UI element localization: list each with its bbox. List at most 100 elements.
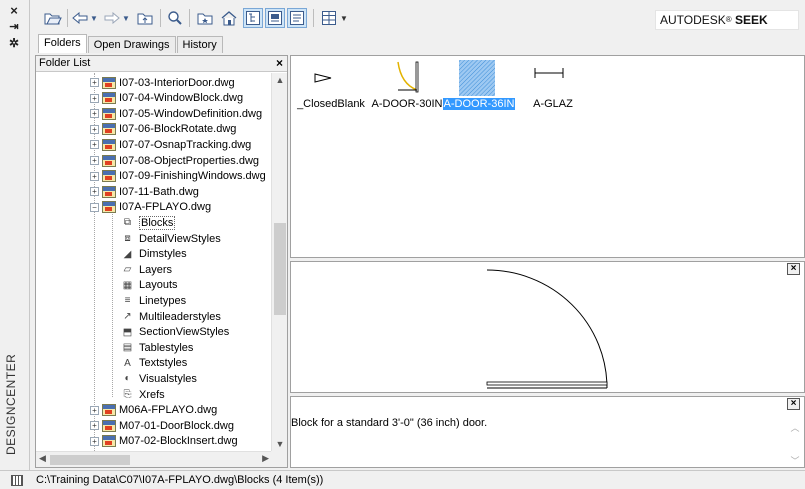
folder-tree-vertical-scrollbar[interactable]: ▲ ▼ [271,73,287,451]
close-icon[interactable]: × [276,56,283,71]
favorites-icon[interactable] [195,8,215,28]
tree-item-tablestyles[interactable]: ▤ Tablestyles [120,340,194,355]
drawing-file-icon [102,154,116,167]
expand-icon[interactable]: + [90,156,99,165]
scroll-corner [271,451,287,467]
auto-hide-icon[interactable]: ⇥ [7,20,21,34]
tree-item-drawing[interactable]: − I07A-FPLAYO.dwg [90,200,211,215]
collapse-icon[interactable]: − [90,202,99,212]
tree-item-dimstyles[interactable]: ◢ Dimstyles [120,247,187,262]
tree-item-layers[interactable]: ▱ Layers [120,262,172,277]
tree-item-sectionviewstyles[interactable]: ⬒ SectionViewStyles [120,325,230,340]
drawing-file-icon [102,404,116,417]
expand-icon[interactable]: + [90,124,99,134]
expand-icon[interactable]: + [90,405,99,415]
dimstyles-icon: ◢ [123,248,132,260]
status-grid-icon [11,475,23,486]
tree-item-drawing[interactable]: + I07-04-WindowBlock.dwg [90,91,243,106]
forward-icon[interactable] [103,8,121,28]
tab-bar: Folders Open Drawings History [38,34,224,54]
back-dropdown-icon[interactable]: ▼ [89,8,99,28]
drawing-file-icon [102,201,116,214]
content-item[interactable]: A-DOOR-30IN [367,60,447,110]
multileaderstyles-icon: ↗ [123,311,132,322]
preview-toggle-icon[interactable] [265,8,285,28]
tree-item-visualstyles[interactable]: ◐ Visualstyles [120,371,196,386]
tree-item-drawing[interactable]: + I07-07-OsnapTracking.dwg [90,137,251,152]
tree-item-drawing[interactable]: + I07-05-WindowDefinition.dwg [90,106,262,121]
brand-suffix: SEEK [735,13,768,27]
scroll-right-icon[interactable]: ▶ [262,453,269,464]
home-icon[interactable] [219,8,239,28]
search-icon[interactable] [165,8,185,28]
expand-icon[interactable]: + [90,187,99,197]
tree-item-textstyles[interactable]: A Textstyles [120,356,187,371]
status-bar: C:\Training Data\C07\I07A-FPLAYO.dwg\Blo… [0,470,805,489]
folder-tree-horizontal-scrollbar[interactable]: ◀ ▶ [36,451,272,467]
tree-item-drawing[interactable]: + I07-08-ObjectProperties.dwg [90,153,259,168]
folder-tree[interactable]: + I07-03-InteriorDoor.dwg + I07-04-WindowBl… [36,73,272,451]
forward-dropdown-icon[interactable]: ▼ [121,8,131,28]
description-scrollbar[interactable]: ︿ ﹀ [788,413,802,467]
palette-title-bar[interactable]: × ⇥ ✲ DESIGNCENTER [0,0,30,470]
expand-icon[interactable]: + [90,171,99,181]
tab-open-drawings[interactable]: Open Drawings [87,36,176,53]
tab-folders[interactable]: Folders [38,34,87,53]
autodesk-seek-link[interactable]: AUTODESK® SEEK [655,10,799,30]
glazing-icon [513,60,593,96]
tab-history[interactable]: History [176,36,223,53]
expand-icon[interactable]: + [90,421,99,431]
content-item[interactable]: A-DOOR-36IN [439,60,519,110]
expand-icon[interactable]: + [90,140,99,150]
brand-prefix: AUTODESK [660,13,726,27]
tree-item-label: DetailViewStyles [139,232,221,245]
expand-icon[interactable]: + [90,93,99,103]
scroll-left-icon[interactable]: ◀ [39,453,46,464]
tree-view-toggle-icon[interactable] [243,8,263,28]
scroll-thumb[interactable] [50,455,130,465]
scroll-down-icon[interactable]: ﹀ [788,454,802,467]
expand-icon[interactable]: + [90,109,99,119]
tree-item-drawing[interactable]: + M07-02-BlockInsert.dwg [90,434,238,449]
back-icon[interactable] [71,8,89,28]
scroll-up-icon[interactable]: ︿ [788,421,802,434]
tree-item-label: Dimstyles [139,248,187,261]
block-preview-image [486,269,608,389]
open-icon[interactable] [43,8,63,28]
tree-item-drawing[interactable]: + M07-01-DoorBlock.dwg [90,418,234,433]
tree-item-drawing[interactable]: + I07-11-Bath.dwg [90,184,199,199]
tree-item-xrefs[interactable]: ⎘ Xrefs [120,387,165,402]
tree-item-detailviewstyles[interactable]: ⧈ DetailViewStyles [120,231,221,246]
description-toggle-icon[interactable] [287,8,307,28]
tree-item-layouts[interactable]: ▦ Layouts [120,278,178,293]
tree-item-drawing[interactable]: + I07-09-FinishingWindows.dwg [90,169,266,184]
description-pane: × Block for a standard 3'-0" (36 inch) d… [290,396,805,468]
drawing-file-icon [102,76,116,89]
content-item[interactable]: A-GLAZ [513,60,593,110]
tree-item-drawing[interactable]: + I07-06-BlockRotate.dwg [90,122,236,137]
scroll-down-icon[interactable]: ▼ [272,439,288,449]
tree-item-multileaderstyles[interactable]: ↗ Multileaderstyles [120,309,221,324]
content-item[interactable]: _ClosedBlank [291,60,371,110]
views-icon[interactable] [319,8,339,28]
expand-icon[interactable]: + [90,78,99,87]
tree-item-blocks[interactable]: ⧉ Blocks [120,215,176,230]
up-icon[interactable] [135,8,155,28]
scroll-thumb[interactable] [274,223,286,315]
section-view-styles-icon: ⬒ [122,326,133,338]
blocks-icon: ⧉ [123,217,132,229]
content-area[interactable]: _ClosedBlank A-DOOR-30IN A-DOOR-36IN A-G… [290,55,805,258]
tree-item-label: I07-11-Bath.dwg [119,185,199,198]
detail-view-styles-icon: ⧈ [124,233,131,244]
expand-icon[interactable]: + [90,436,99,446]
tree-item-linetypes[interactable]: ≡ Linetypes [120,293,187,308]
close-icon[interactable]: × [787,398,800,410]
views-dropdown-icon[interactable]: ▼ [339,8,349,28]
close-icon[interactable]: × [7,4,21,18]
tree-item-drawing[interactable]: + I07-03-InteriorDoor.dwg [90,75,235,90]
scroll-up-icon[interactable]: ▲ [272,75,288,85]
properties-icon[interactable]: ✲ [7,36,21,50]
tree-item-label: Multileaderstyles [139,310,221,323]
folder-list-header: Folder List × [36,56,287,72]
tree-item-drawing[interactable]: + M06A-FPLAYO.dwg [90,403,217,418]
